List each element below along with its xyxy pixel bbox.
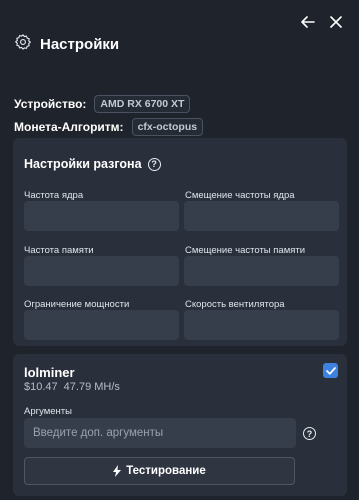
core-clock-input[interactable] [24,201,179,231]
miner-revenue: $10.47 [24,381,58,393]
page-title: Настройки [40,36,120,53]
memory-offset-label: Смещение частоты памяти [185,245,306,256]
memory-offset-input[interactable] [184,256,339,286]
arrow-left-icon[interactable] [299,13,317,31]
device-chip: AMD RX 6700 XT [94,95,191,113]
fan-speed-input[interactable] [184,310,339,340]
core-offset-input[interactable] [184,201,339,231]
power-limit-input[interactable] [24,310,179,340]
page-header: Настройки [14,33,119,56]
args-label: Аргументы [24,406,72,417]
overclock-title: Настройки разгона ? [24,157,161,171]
memory-clock-label: Частота памяти [24,245,94,256]
miner-stats: $10.47 47.79 MH/s [24,381,120,393]
test-button-label: Тестирование [126,465,206,477]
window-controls [299,13,345,31]
fan-speed-label: Скорость вентилятора [185,299,285,310]
power-limit-label: Ограничение мощности [24,299,130,310]
core-offset-label: Смещение частоты ядра [185,190,295,201]
close-icon[interactable] [327,13,345,31]
args-help-icon[interactable]: ? [303,427,316,440]
overclock-title-text: Настройки разгона [24,157,142,171]
coin-chip: cfx-octopus [131,118,204,136]
coin-label: Монета-Алгоритм: [14,120,124,134]
check-icon [325,366,336,375]
device-label: Устройство: [14,97,87,111]
settings-screen: Настройки Устройство: AMD RX 6700 XT Мон… [0,0,359,500]
memory-clock-input[interactable] [24,256,179,286]
core-clock-label: Частота ядра [24,190,84,201]
miner-name: lolminer [24,365,75,380]
overclock-panel: Настройки разгона ? Частота ядра Смещени… [13,138,347,346]
device-row: Устройство: AMD RX 6700 XT [14,95,191,113]
miner-card: lolminer $10.47 47.79 MH/s Аргументы ? Т… [13,354,347,496]
test-button[interactable]: Тестирование [24,457,295,485]
lightning-icon [113,465,122,477]
gear-icon [14,33,32,56]
args-input[interactable] [24,418,296,448]
miner-enabled-checkbox[interactable] [323,363,338,378]
help-icon[interactable]: ? [147,157,161,171]
miner-hashrate: 47.79 MH/s [63,381,120,393]
coin-row: Монета-Алгоритм: cfx-octopus [14,118,204,136]
